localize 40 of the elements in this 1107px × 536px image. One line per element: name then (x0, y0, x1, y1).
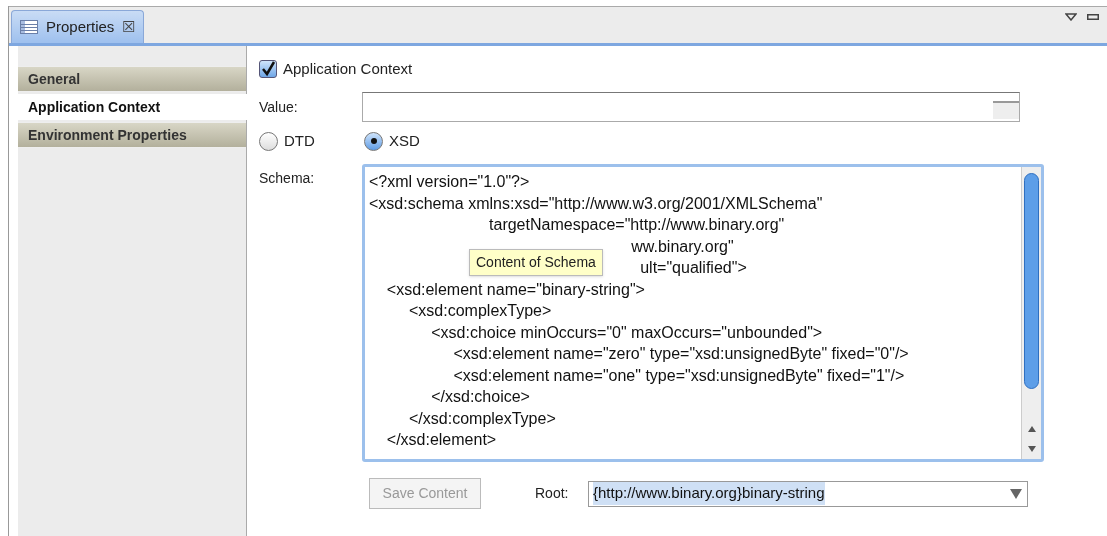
table-icon (20, 20, 38, 34)
view-menu-icon[interactable] (1065, 13, 1077, 21)
code-line: targetNamespace="http://www.binary.org" (489, 215, 785, 235)
root-dropdown[interactable]: {http://www.binary.org}binary-string (588, 480, 1028, 507)
properties-tab[interactable]: Properties ☒ (11, 10, 145, 43)
tooltip: Content of Schema (469, 249, 603, 276)
code-line: <xsd:choice minOccurs="0" maxOccurs="unbounded"> (431, 322, 823, 343)
code-line: <?xml version="1.0"?> (369, 172, 530, 192)
code-line: <xsd:element name="binary-string"> (386, 279, 645, 300)
sidebar-item[interactable]: Environment Properties (18, 122, 246, 148)
value-field[interactable] (362, 92, 1020, 122)
sidebar-item[interactable]: General (18, 66, 246, 92)
code-line: ww.binary.org" (631, 236, 734, 257)
code-line: </xsd:choice> (431, 387, 530, 407)
code-line: ult="qualified"> (640, 258, 747, 278)
code-line: <xsd:element name="one" type="xsd:unsignedByte" fixed="1"/> (453, 365, 905, 386)
dropdown-arrow-icon (1009, 487, 1023, 500)
code-line: <xsd:element name="zero" type="xsd:unsignedByte" fixed="0"/> (453, 344, 909, 364)
code-line: <xsd:schema xmlns:xsd="http://www.w3.org/2001/XMLSchema" (369, 193, 823, 214)
root-value: {http://www.binary.org}binary-string (593, 482, 825, 505)
schema-editor[interactable] (362, 164, 1044, 462)
minimize-icon[interactable] (1087, 14, 1099, 20)
close-button[interactable]: ☒ (122, 15, 136, 39)
radio-label: DTD (284, 130, 315, 151)
tab-title: Properties (46, 16, 115, 37)
radio-button[interactable] (364, 131, 383, 151)
application-context-checkbox[interactable] (259, 60, 277, 78)
sidebar-item[interactable]: Application Context (18, 94, 248, 120)
radio-button[interactable] (259, 131, 278, 151)
code-line: </xsd:element> (386, 430, 497, 450)
code-line: </xsd:complexType> (409, 408, 556, 429)
schema-label: Schema: (259, 169, 316, 188)
scroll-thumb[interactable] (1024, 173, 1039, 389)
checkbox-label: Application Context (283, 58, 413, 79)
code-line: <xsd:complexType> (409, 301, 552, 321)
value-label: Value: (259, 97, 299, 117)
radio-label: XSD (389, 130, 420, 151)
vertical-scrollbar[interactable] (1021, 167, 1041, 459)
scroll-grip-icon (993, 101, 1019, 119)
root-label: Root: (535, 484, 570, 503)
